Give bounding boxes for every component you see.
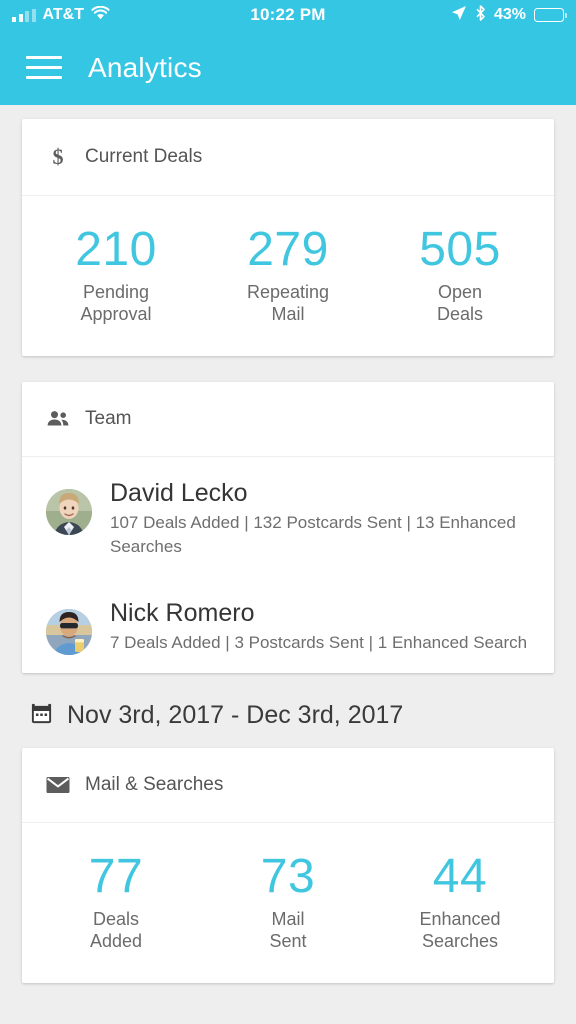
stat-label-line2: Searches — [421, 930, 499, 951]
stat-label-line1: Repeating — [246, 281, 330, 302]
team-member-stats: 107 Deals Added | 132 Postcards Sent | 1… — [110, 513, 516, 557]
bluetooth-icon — [475, 4, 486, 26]
stat-value: 73 — [260, 850, 316, 904]
team-member-stats: 7 Deals Added | 3 Postcards Sent | 1 Enh… — [110, 633, 528, 653]
signal-bars-icon — [12, 8, 36, 22]
stat-repeating-mail: 279 Repeating Mail — [202, 224, 374, 326]
stat-enhanced-searches: 44 Enhanced Searches — [374, 851, 546, 953]
team-member-name: David Lecko — [110, 478, 248, 507]
stat-label-line2: Added — [89, 930, 143, 951]
date-range-selector[interactable]: Nov 3rd, 2017 - Dec 3rd, 2017 — [22, 699, 554, 748]
people-group-icon — [46, 410, 70, 427]
status-bar-right: 43% — [451, 4, 567, 26]
stat-label: Mail Sent — [202, 909, 374, 953]
stat-label-line2: Deals — [436, 303, 484, 324]
stat-label-line2: Mail — [271, 303, 305, 324]
mail-and-searches-header: Mail & Searches — [22, 748, 554, 824]
stat-label: Pending Approval — [30, 282, 202, 326]
stat-label: Repeating Mail — [202, 282, 374, 326]
mail-and-searches-card: Mail & Searches 77 Deals Added 73 Mail S… — [22, 748, 554, 983]
stat-label-line2: Approval — [80, 303, 152, 324]
mail-and-searches-title: Mail & Searches — [85, 774, 224, 796]
stat-label-line1: Enhanced — [419, 908, 501, 929]
hamburger-menu-icon[interactable] — [26, 56, 62, 79]
stat-value: 77 — [88, 850, 144, 904]
stat-pending-approval: 210 Pending Approval — [30, 224, 202, 326]
battery-percent-label: 43% — [493, 6, 526, 23]
status-bar-left: AT&T — [12, 5, 110, 25]
stat-label-line1: Open — [437, 281, 483, 302]
current-deals-card: $ Current Deals 210 Pending Approval 279… — [22, 119, 554, 356]
stat-mail-sent: 73 Mail Sent — [202, 851, 374, 953]
stat-label: Open Deals — [374, 282, 546, 326]
team-member-body: David Lecko 107 Deals Added | 132 Postca… — [110, 479, 530, 559]
status-bar: AT&T 10:22 PM 43% — [0, 0, 576, 30]
wifi-icon — [91, 5, 110, 25]
stat-value: 44 — [432, 850, 488, 904]
calendar-icon — [30, 702, 53, 730]
team-title: Team — [85, 407, 132, 429]
carrier-label: AT&T — [42, 6, 84, 23]
team-member-name: Nick Romero — [110, 598, 255, 627]
battery-icon — [534, 8, 567, 22]
date-range-label: Nov 3rd, 2017 - Dec 3rd, 2017 — [67, 701, 404, 730]
page-title: Analytics — [88, 51, 202, 83]
stat-value: 279 — [247, 223, 329, 276]
current-deals-title: Current Deals — [85, 146, 203, 167]
avatar-nick-romero — [46, 608, 92, 655]
stat-label-line1: Deals — [92, 908, 140, 929]
stat-label: Deals Added — [30, 909, 202, 953]
current-deals-stats: 210 Pending Approval 279 Repeating Mail … — [22, 196, 554, 356]
envelope-icon — [46, 776, 70, 794]
page-content: $ Current Deals 210 Pending Approval 279… — [0, 105, 576, 983]
svg-text:$: $ — [53, 145, 64, 169]
stat-label-line1: Pending — [82, 281, 150, 302]
team-member-row[interactable]: David Lecko 107 Deals Added | 132 Postca… — [22, 457, 554, 577]
stat-deals-added: 77 Deals Added — [30, 851, 202, 953]
mail-and-searches-stats: 77 Deals Added 73 Mail Sent 44 Enhanced … — [22, 823, 554, 983]
stat-label: Enhanced Searches — [374, 909, 546, 953]
team-member-row[interactable]: Nick Romero 7 Deals Added | 3 Postcards … — [22, 577, 554, 673]
team-card: Team David Lecko 107 Deals Added | 132 P… — [22, 381, 554, 674]
location-arrow-icon — [451, 5, 467, 26]
avatar-david-lecko — [46, 488, 92, 535]
dollar-sign-icon: $ — [46, 145, 70, 169]
current-deals-header: $ Current Deals — [22, 119, 554, 196]
stat-label-line2: Sent — [269, 930, 307, 951]
team-member-body: Nick Romero 7 Deals Added | 3 Postcards … — [110, 599, 530, 655]
app-bar: Analytics — [0, 30, 576, 105]
stat-value: 210 — [75, 223, 157, 276]
team-header: Team — [22, 382, 554, 457]
stat-open-deals: 505 Open Deals — [374, 224, 546, 326]
stat-value: 505 — [419, 223, 501, 276]
stat-label-line1: Mail — [271, 908, 305, 929]
